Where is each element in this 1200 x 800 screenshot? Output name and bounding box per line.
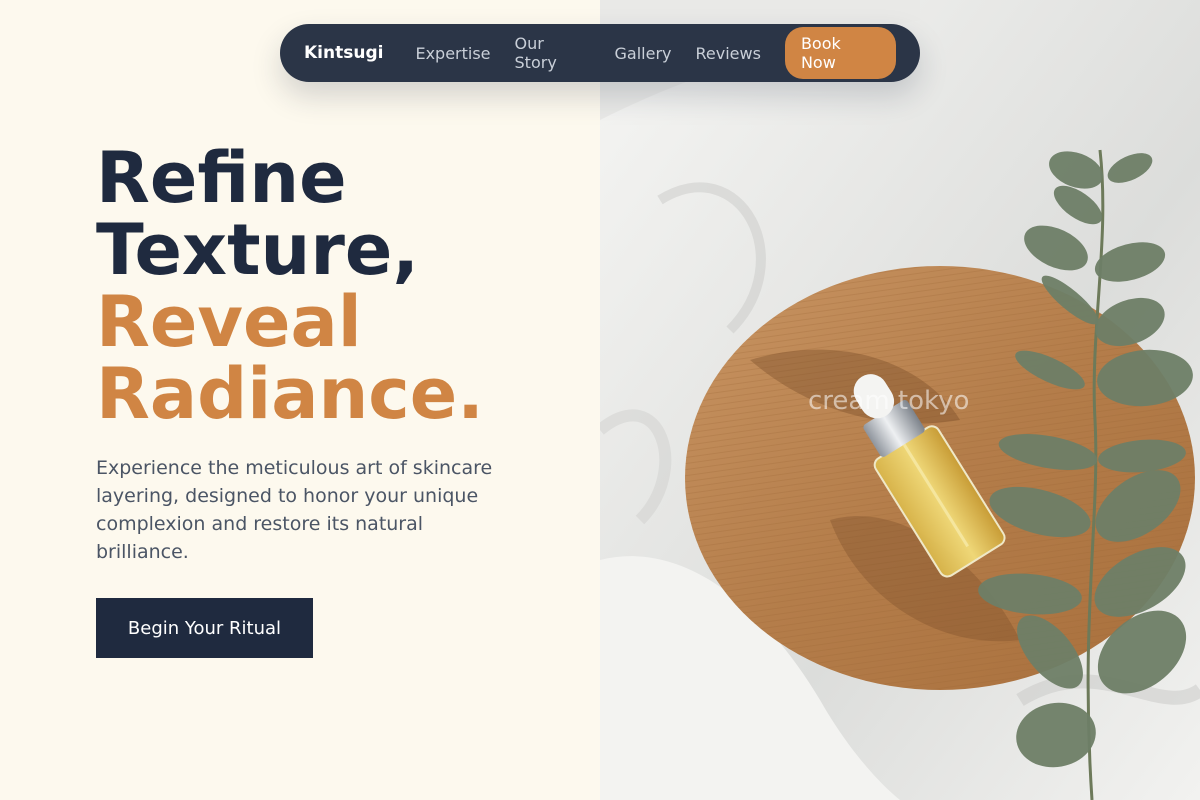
nav-link-reviews[interactable]: Reviews bbox=[696, 44, 761, 63]
brand-logo[interactable]: Kintsugi bbox=[304, 43, 383, 63]
headline-line-1: Refine bbox=[96, 137, 347, 219]
book-now-button[interactable]: Book Now bbox=[784, 27, 896, 79]
hero-subtext: Experience the meticulous art of skincar… bbox=[96, 457, 493, 563]
top-navigation: Kintsugi Expertise Our Story Gallery Rev… bbox=[280, 24, 920, 82]
headline-line-3: Reveal bbox=[96, 281, 362, 363]
begin-ritual-button[interactable]: Begin Your Ritual bbox=[96, 598, 313, 658]
hero-headline: Refine Texture, Reveal Radiance. bbox=[96, 142, 576, 430]
nav-link-expertise[interactable]: Expertise bbox=[415, 44, 490, 63]
image-watermark: cream tokyo bbox=[808, 386, 970, 416]
headline-line-4: Radiance. bbox=[96, 353, 484, 435]
nav-link-gallery[interactable]: Gallery bbox=[615, 44, 672, 63]
nav-link-our-story[interactable]: Our Story bbox=[515, 34, 591, 72]
headline-line-2: Texture, bbox=[96, 209, 419, 291]
